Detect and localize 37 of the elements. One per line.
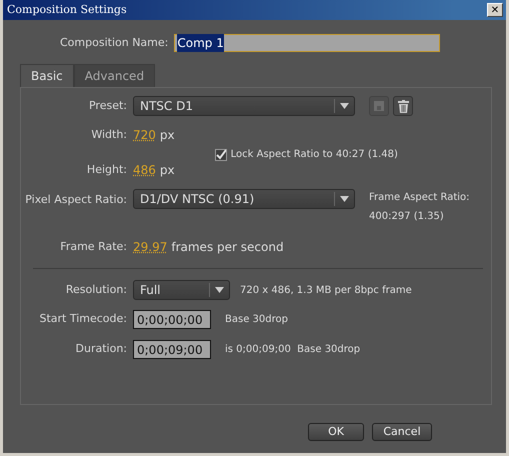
caret-icon [215,287,224,293]
window-title: Composition Settings [7,2,127,18]
ok-button[interactable]: OK [308,423,364,441]
duration-field[interactable]: 0;00;09;00 [133,340,211,359]
start-timecode-field[interactable]: 0;00;00;00 [133,310,211,329]
unit-label: px [160,127,175,144]
field-label: Composition Name: [60,34,168,51]
save-icon [374,101,384,111]
field-label: Duration: [74,341,127,358]
resolution-info: 720 x 486, 1.3 MB per 8bpc frame [240,284,412,298]
lock-aspect-checkbox[interactable] [214,148,227,160]
caret-icon [340,196,349,202]
tab[interactable]: Advanced [74,64,156,87]
trash-icon [398,100,408,112]
unit-label: frames per second [171,239,284,256]
checkbox-label: Lock Aspect Ratio to 40:27 (1.48) [230,148,398,162]
pixel-aspect-dropdown[interactable]: D1/DV NTSC (0.91) [133,189,355,209]
composition-name-field[interactable]: Comp 1 [174,34,440,52]
close-button[interactable]: ✕ [487,3,503,17]
field-label: Resolution: [64,282,127,298]
field-label: Preset: [88,98,127,114]
timecode-base-text: Base 30drop [225,313,288,327]
delete-preset-button[interactable] [393,96,413,116]
resolution-dropdown[interactable]: Full [133,280,230,300]
cancel-button[interactable]: Cancel [372,423,432,441]
frame-aspect-label: Frame Aspect Ratio: [369,191,470,205]
field-label: Height: [86,162,127,178]
unit-label: px [160,162,175,179]
field-label: Start Timecode: [38,311,127,328]
duration-info: is 0;00;09;00 Base 30drop [225,343,360,357]
tab[interactable]: Basic [20,64,74,87]
field-label: Frame Rate: [59,238,127,255]
caret-icon [340,103,349,109]
field-label: Pixel Aspect Ratio: [24,192,127,208]
frame-aspect-value: 400:297 (1.35) [369,210,445,224]
preset-dropdown[interactable]: NTSC D1 [133,96,355,116]
field-label: Width: [90,126,127,143]
